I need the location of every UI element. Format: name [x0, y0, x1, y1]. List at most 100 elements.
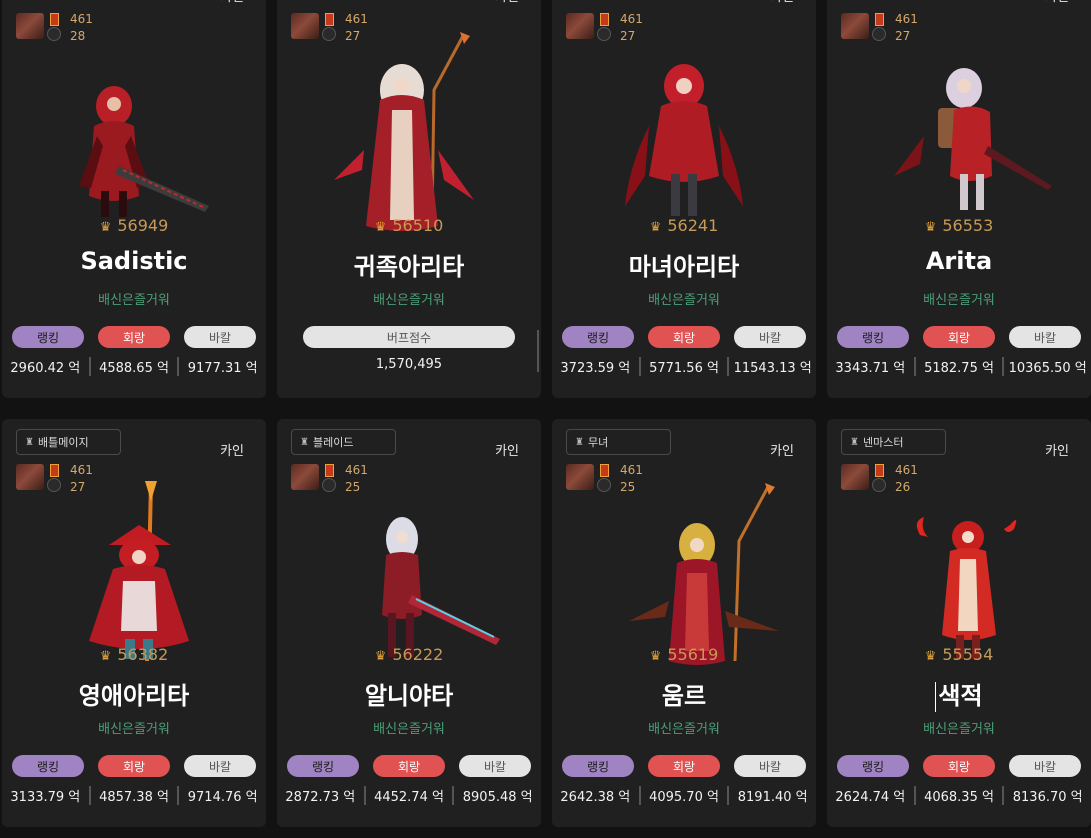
- job-icon: ♜: [850, 436, 859, 448]
- rank-pill[interactable]: 랭킹: [287, 755, 359, 777]
- server-label: 카인: [1045, 0, 1069, 5]
- bakal-pill[interactable]: 바칼: [1009, 326, 1081, 348]
- server-label: 카인: [220, 0, 244, 5]
- character-card[interactable]: ♜ 무녀 카인 461 25 ♛ 55619 움르 배신은즐거워 랭킹 회랑 바칼: [552, 419, 816, 827]
- mini-avatar-icon: [47, 27, 61, 41]
- fame-score: ♛ 56241: [649, 216, 719, 235]
- fame-score: ♛ 56949: [99, 216, 169, 235]
- level-value: 461: [620, 12, 643, 26]
- character-card[interactable]: 카인 461 28 ♛56949 Sadistic 배신은즐거워: [2, 0, 266, 398]
- job-tag[interactable]: ♜ 배틀메이지: [16, 429, 121, 455]
- fame-score: ♛ 56382: [99, 645, 169, 664]
- dmg-pill[interactable]: 회랑: [648, 326, 720, 348]
- bakal-value: 8136.70 억: [1002, 786, 1091, 805]
- sub-value: 27: [620, 29, 636, 43]
- bakal-value: 8191.40 억: [727, 786, 816, 805]
- rank-value: 3343.71 억: [835, 361, 906, 376]
- bakal-pill[interactable]: 바칼: [184, 755, 256, 777]
- character-name[interactable]: 영애아리타: [2, 676, 266, 711]
- character-card[interactable]: ♜ 넨마스터 카인 461 26 ♛ 55554 색적 배신은즐거워 랭킹 회랑 바…: [827, 419, 1091, 827]
- rank-pill[interactable]: 랭킹: [562, 326, 634, 348]
- dmg-value: 4068.35 억: [913, 786, 1003, 805]
- stat-labels: 버프점수: [303, 326, 515, 348]
- character-name[interactable]: Sadistic: [2, 247, 266, 275]
- character-card[interactable]: ♜ 배틀메이지 카인 461 27 ♛ 56382 영애아리타 배신은즐거워 랭킹 …: [2, 419, 266, 827]
- bakal-pill[interactable]: 바칼: [184, 326, 256, 348]
- guild-name[interactable]: 배신은즐거워: [552, 718, 816, 737]
- rank-pill[interactable]: 랭킹: [562, 755, 634, 777]
- guild-name[interactable]: 배신은즐거워: [277, 289, 541, 308]
- dmg-value: 4452.74 억: [363, 786, 453, 805]
- character-name[interactable]: 움르: [552, 676, 816, 711]
- job-tag[interactable]: ♜ 무녀: [566, 429, 671, 455]
- stat-values: 2624.74 억 4068.35 억 8136.70 억: [827, 786, 1091, 805]
- meta-block: 461 27: [841, 12, 921, 43]
- level-value: 461: [70, 12, 93, 26]
- dmg-value: 4095.70 억: [638, 786, 728, 805]
- rank-pill[interactable]: 랭킹: [12, 326, 84, 348]
- guild-name[interactable]: 배신은즐거워: [827, 289, 1091, 308]
- character-name[interactable]: 알니야타: [277, 676, 541, 711]
- job-icon: ♜: [25, 436, 34, 448]
- character-card[interactable]: ♜ 블레이드 카인 461 25 ♛ 56222 알니야타 배신은즐거워 랭킹 회랑…: [277, 419, 541, 827]
- dmg-value: 5182.75 억: [913, 357, 1003, 376]
- meta-block: 461 26: [841, 463, 921, 494]
- server-label: 카인: [220, 444, 244, 459]
- avatar: [841, 13, 869, 39]
- server-label: 카인: [770, 0, 794, 5]
- fame-crown-icon: ♛: [99, 649, 112, 664]
- rank-value: 2872.73 억: [285, 790, 356, 805]
- guild-name[interactable]: 배신은즐거워: [277, 718, 541, 737]
- meta-block: 461 25: [291, 463, 371, 494]
- fame-crown-icon: ♛: [649, 649, 662, 664]
- guild-name[interactable]: 배신은즐거워: [2, 289, 266, 308]
- bakal-pill[interactable]: 바칼: [1009, 755, 1081, 777]
- level-badge-icon: [325, 13, 334, 26]
- guild-name[interactable]: 배신은즐거워: [827, 718, 1091, 737]
- job-icon: ♜: [300, 436, 309, 448]
- character-portrait: [334, 32, 474, 231]
- dmg-pill[interactable]: 회랑: [98, 755, 170, 777]
- level-value: 461: [895, 463, 918, 477]
- level-badge-icon: [875, 464, 884, 477]
- stat-values: 3133.79 억 4857.38 억 9714.76 억: [2, 786, 266, 805]
- dmg-pill[interactable]: 회랑: [373, 755, 445, 777]
- level-badge-icon: [600, 13, 609, 26]
- bakal-pill[interactable]: 바칼: [459, 755, 531, 777]
- dmg-pill[interactable]: 회랑: [648, 755, 720, 777]
- rank-pill[interactable]: 랭킹: [12, 755, 84, 777]
- character-name[interactable]: 색적: [827, 676, 1091, 712]
- dmg-pill[interactable]: 회랑: [923, 755, 995, 777]
- sub-value: 26: [895, 480, 911, 494]
- dmg-value: 5771.56 억: [638, 357, 728, 376]
- guild-name[interactable]: 배신은즐거워: [2, 718, 266, 737]
- avatar: [291, 464, 319, 490]
- character-card[interactable]: 카인 461 27 ♛56553 Arita 배신은즐거워 랭킹 회랑 바칼 3: [827, 0, 1091, 398]
- bakal-value: 9177.31 억: [177, 357, 266, 376]
- bakal-pill[interactable]: 바칼: [734, 755, 806, 777]
- level-value: 461: [345, 12, 368, 26]
- dmg-pill[interactable]: 회랑: [923, 326, 995, 348]
- buff-score-pill[interactable]: 버프점수: [303, 326, 515, 348]
- character-card[interactable]: 카인 461 27 ♛56510 귀족아리타 배신은즐거워 버프점수 1,570…: [277, 0, 541, 398]
- server-label: 카인: [495, 0, 519, 5]
- dmg-pill[interactable]: 회랑: [98, 326, 170, 348]
- guild-name[interactable]: 배신은즐거워: [552, 289, 816, 308]
- fame-crown-icon: ♛: [924, 649, 937, 664]
- character-name[interactable]: 귀족아리타: [277, 247, 541, 282]
- bakal-pill[interactable]: 바칼: [734, 326, 806, 348]
- job-tag[interactable]: ♜ 블레이드: [291, 429, 396, 455]
- stat-values: 2960.42 억 4588.65 억 9177.31 억: [2, 357, 266, 376]
- character-card[interactable]: 카인 461 27 ♛56241 마녀아리타 배신은즐거워 랭킹 회랑 바칼 3…: [552, 0, 816, 398]
- character-name[interactable]: Arita: [827, 247, 1091, 275]
- rank-pill[interactable]: 랭킹: [837, 755, 909, 777]
- character-name[interactable]: 마녀아리타: [552, 247, 816, 282]
- fame-crown-icon: ♛: [924, 220, 937, 235]
- mini-avatar-icon: [597, 27, 611, 41]
- character-portrait: [79, 86, 209, 217]
- job-tag[interactable]: ♜ 넨마스터: [841, 429, 946, 455]
- rank-pill[interactable]: 랭킹: [837, 326, 909, 348]
- level-value: 461: [345, 463, 368, 477]
- text-cursor: [935, 682, 937, 712]
- sub-value: 25: [345, 480, 361, 494]
